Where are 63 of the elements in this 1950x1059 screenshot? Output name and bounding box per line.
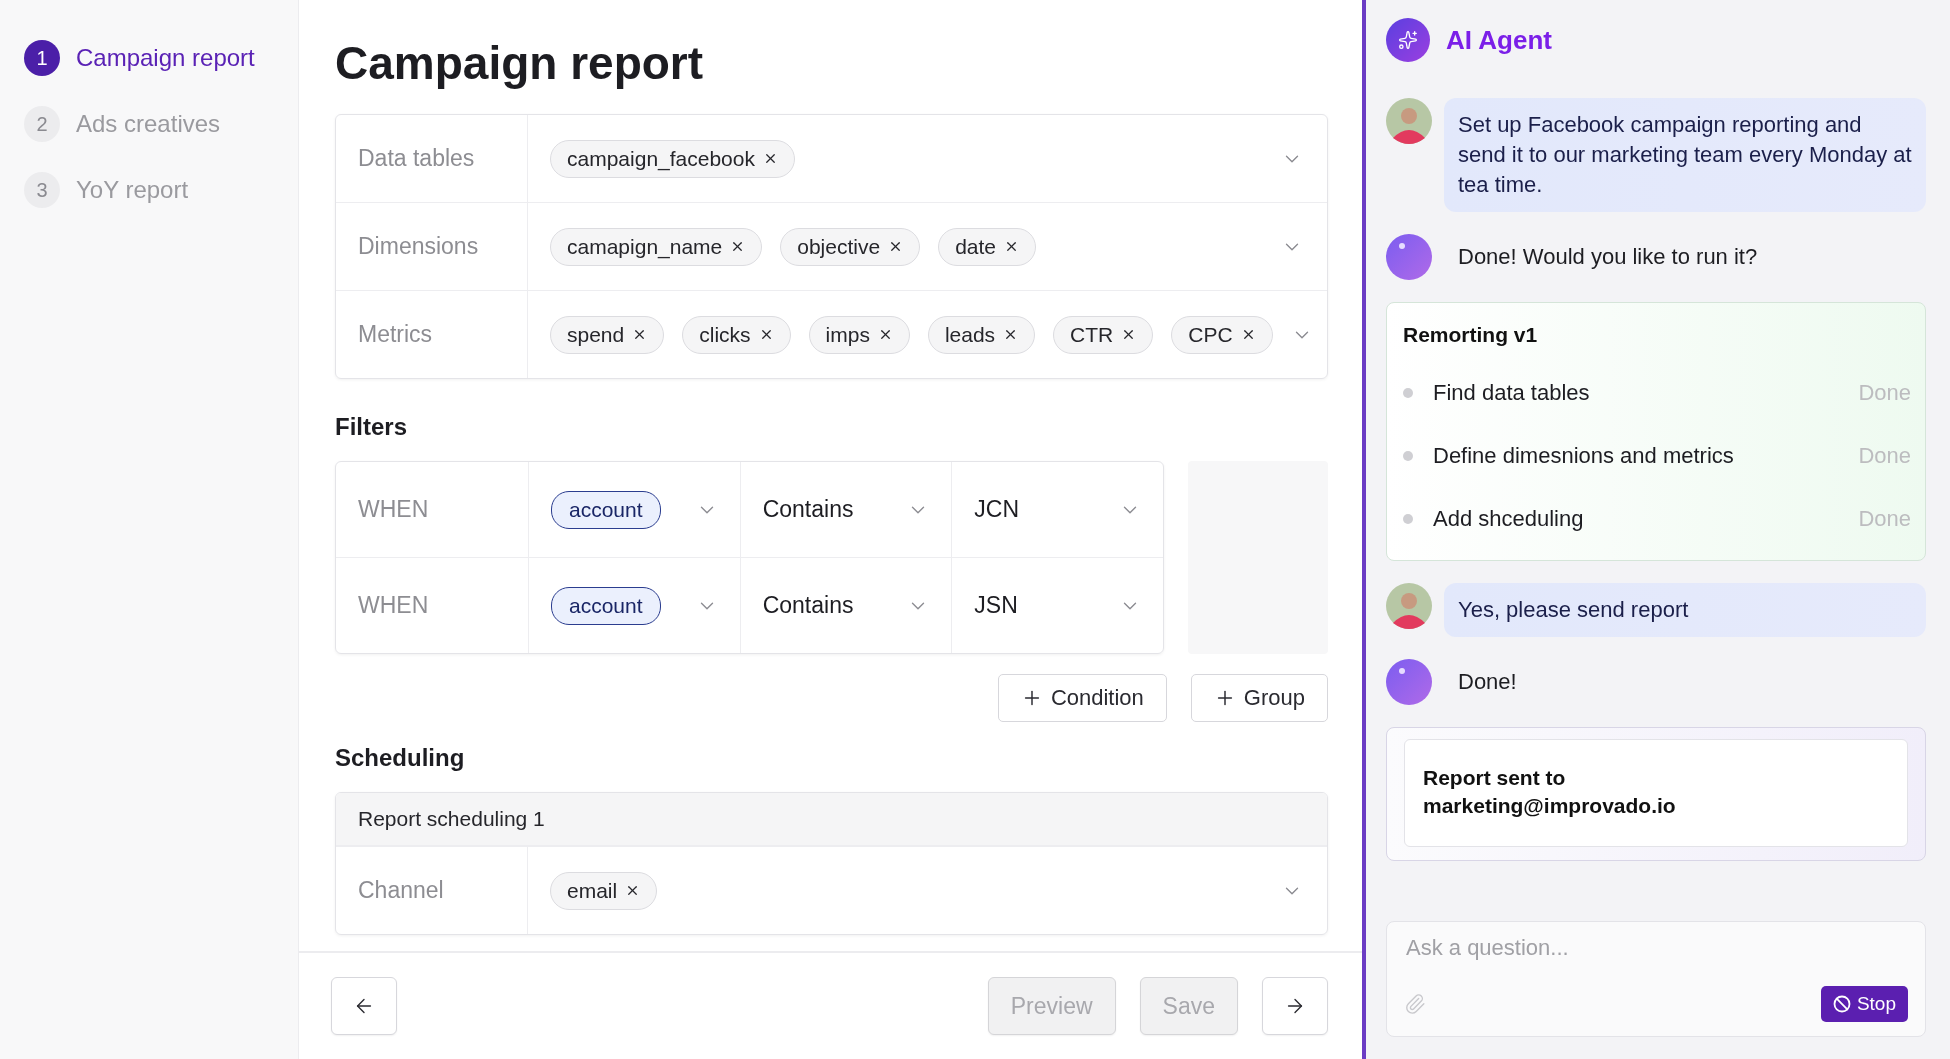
bullet-icon (1403, 387, 1413, 398)
field-dropdown[interactable]: account (528, 558, 740, 653)
tag-chip[interactable]: spend (550, 315, 665, 354)
tag-chip[interactable]: CTR (1053, 315, 1154, 354)
plan-step: Add shceduling (1433, 505, 1584, 532)
result-message: Report sent to marketing@improvado.io (1404, 739, 1908, 847)
filter-keyword: WHEN (357, 495, 430, 524)
field-dropdown[interactable]: account (528, 462, 740, 557)
tag-chip[interactable]: camapign_name (550, 227, 763, 266)
panel-title: AI Agent (1446, 24, 1552, 56)
step-number: 3 (24, 172, 60, 208)
step-number: 1 (24, 40, 60, 76)
field-label: Metrics (336, 291, 528, 378)
tag-chip[interactable]: date (938, 227, 1037, 266)
bullet-icon (1403, 450, 1413, 461)
tag-select-field[interactable]: spend clicks imps leads CTR CPC (528, 291, 1327, 378)
add-button[interactable]: Group (1190, 674, 1328, 722)
tag-select-field[interactable]: camapign_name objective date (528, 203, 1327, 290)
stop-icon (1832, 995, 1851, 1013)
add-button[interactable]: Condition (997, 674, 1167, 722)
plan-title: Remorting v1 (1403, 323, 1539, 347)
value-dropdown[interactable]: JSN (951, 558, 1163, 653)
operator-dropdown[interactable]: Contains (739, 558, 952, 653)
tag-chip[interactable]: leads (927, 315, 1036, 354)
section-title: Scheduling (335, 744, 466, 772)
tag-select-field[interactable]: email (528, 847, 1327, 934)
step-status: Done (1858, 379, 1911, 406)
field-chip: account (551, 586, 661, 625)
operator-dropdown[interactable]: Contains (739, 462, 952, 557)
plan-step: Define dimesnions and metrics (1433, 442, 1734, 469)
agent-message: Done! (1457, 668, 1517, 695)
plan-step: Find data tables (1433, 379, 1590, 406)
tag-chip[interactable]: imps (808, 315, 910, 354)
step-status: Done (1858, 442, 1911, 469)
tag-chip[interactable]: campaign_facebook (550, 139, 795, 178)
user-message: Yes, please send report (1444, 583, 1926, 637)
tag-chip[interactable]: objective (780, 227, 921, 266)
field-chip: account (551, 490, 661, 529)
bot-avatar (1386, 234, 1432, 280)
agent-icon (1386, 18, 1430, 62)
bullet-icon (1403, 513, 1413, 524)
group-title: Report scheduling 1 (336, 793, 1327, 846)
tag-chip[interactable]: CPC (1171, 315, 1273, 354)
filter-keyword: WHEN (357, 591, 430, 620)
user-avatar (1386, 98, 1432, 144)
user-message: Set up Facebook campaign reporting and send it to our marketing team every Monday at tea time. (1444, 98, 1926, 212)
bot-avatar (1386, 659, 1432, 705)
stop-button[interactable]: Stop (1820, 986, 1908, 1022)
value-dropdown[interactable]: JCN (951, 462, 1163, 557)
tag-chip[interactable]: clicks (682, 315, 791, 354)
field-label: Dimensions (336, 203, 528, 290)
page-title: Campaign report (335, 36, 705, 90)
agent-message: Done! Would you like to run it? (1457, 243, 1758, 270)
section-title: Filters (335, 413, 409, 441)
tag-chip[interactable]: email (550, 871, 658, 910)
step-item[interactable]: 1 Campaign report (24, 40, 298, 76)
tag-select-field[interactable]: campaign_facebook (528, 115, 1327, 202)
field-label: Data tables (336, 115, 528, 202)
step-status: Done (1858, 505, 1911, 532)
step-number: 2 (24, 106, 60, 142)
field-label: Channel (336, 847, 528, 934)
user-avatar (1386, 583, 1432, 629)
question-input[interactable]: Ask a question... Stop (1386, 921, 1926, 1037)
